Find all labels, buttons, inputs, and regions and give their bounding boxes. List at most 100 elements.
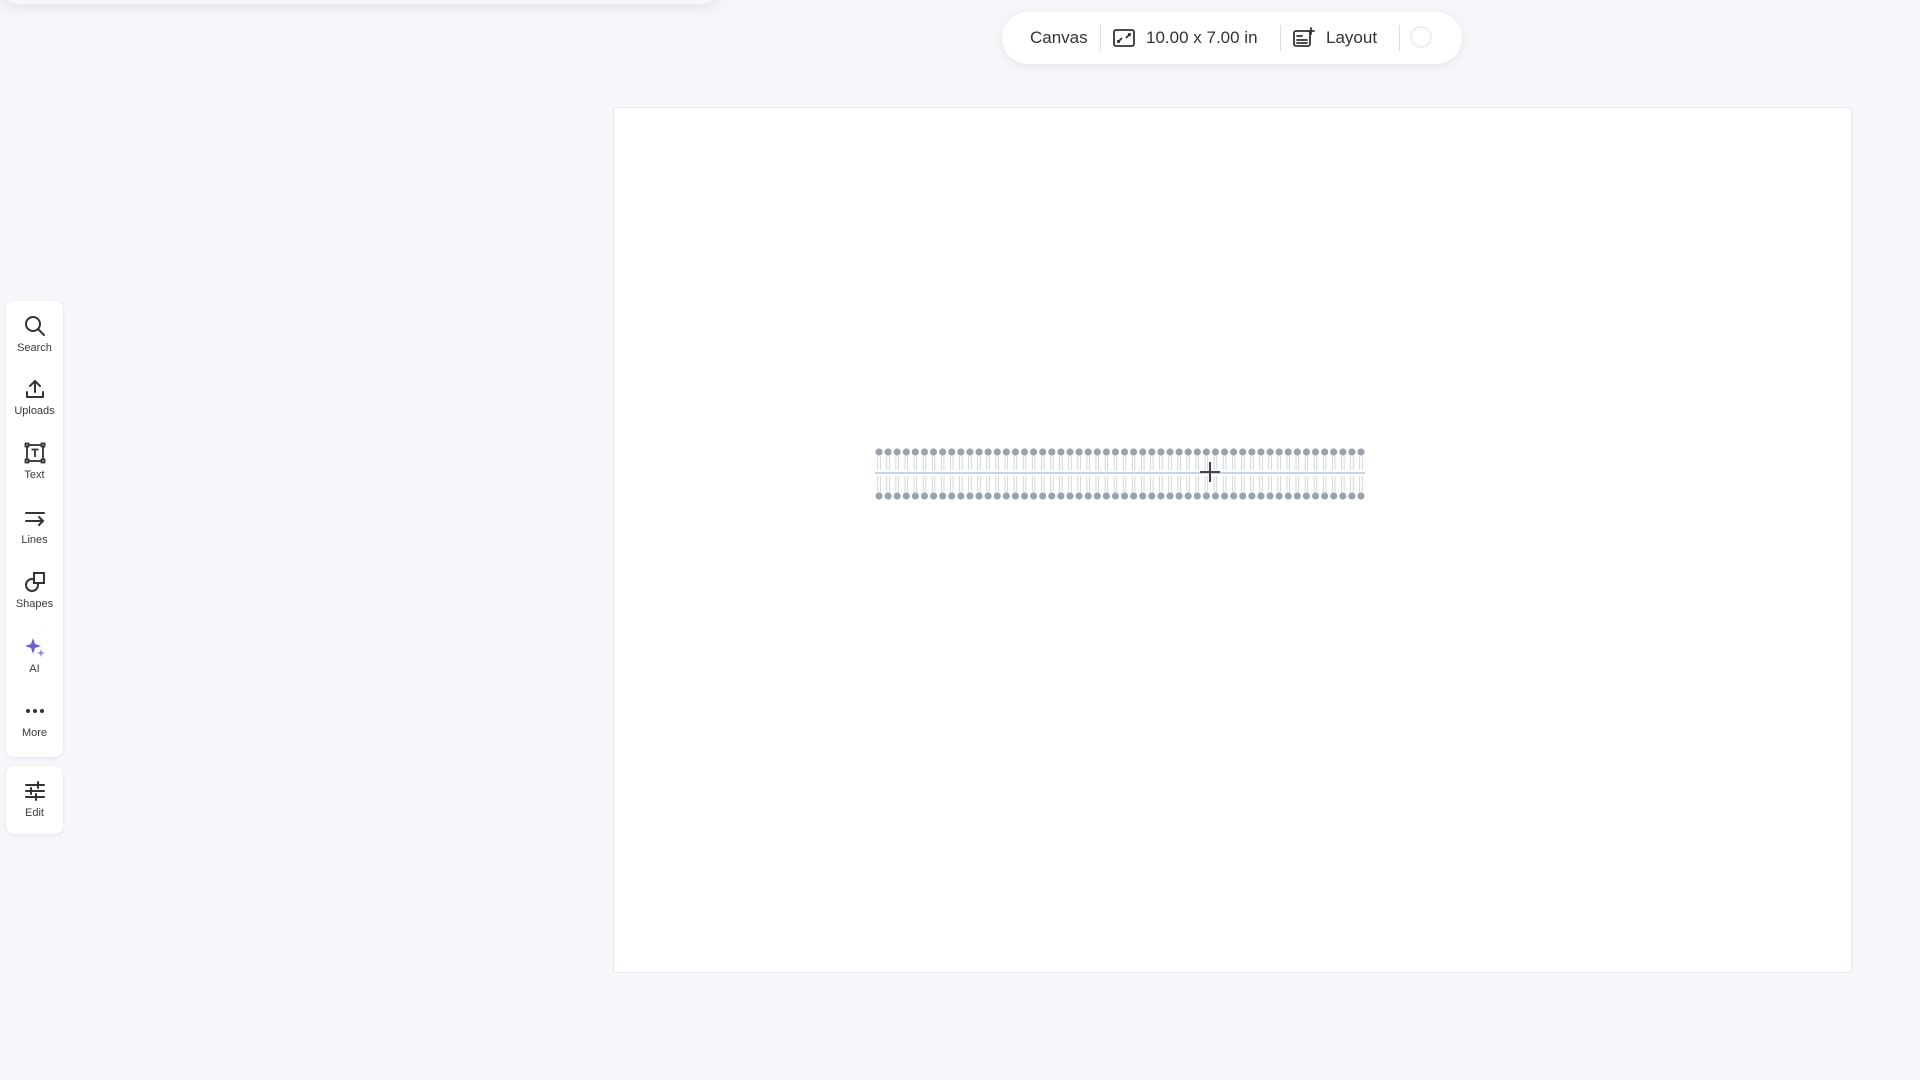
lipid-head	[893, 448, 901, 456]
lipid-head	[993, 492, 1001, 500]
lipid-head	[1293, 448, 1301, 456]
lipid-head	[1302, 492, 1311, 500]
lipid-head	[1093, 492, 1101, 500]
lipid-head	[1175, 448, 1183, 456]
lipid-head	[1184, 492, 1192, 500]
lipid-head	[1230, 448, 1238, 456]
canvas-label: Canvas	[1030, 28, 1088, 47]
lipid-head	[975, 448, 983, 456]
lipid-head	[1257, 448, 1265, 456]
lipid-head	[1339, 448, 1347, 456]
lipid-head	[1275, 448, 1283, 456]
lipid-head	[1166, 492, 1174, 500]
sidebar-item-edit[interactable]: Edit	[6, 766, 63, 830]
design-canvas[interactable]	[613, 107, 1852, 973]
lipid-head	[1111, 448, 1120, 456]
sidebar-item-uploads[interactable]: Uploads	[6, 364, 63, 428]
more-icon	[22, 698, 48, 724]
lipid-head	[1284, 492, 1292, 500]
lipid-head	[993, 448, 1001, 456]
lipid-head	[948, 492, 956, 500]
lipid-head	[1348, 492, 1356, 500]
lipid-head	[1020, 492, 1029, 500]
lipid-head	[1093, 448, 1101, 456]
lines-icon	[22, 505, 48, 531]
lipid-head	[939, 448, 947, 456]
sidebar-item-label: More	[21, 727, 48, 739]
lipid-head	[1157, 448, 1165, 456]
lipid-bilayer-element[interactable]	[875, 446, 1365, 502]
lipid-head	[902, 448, 910, 456]
edit-panel: Edit	[6, 766, 63, 834]
text-icon	[22, 440, 48, 466]
shapes-icon	[22, 569, 48, 595]
sidebar-item-label: Search	[17, 342, 52, 354]
lipid-head	[911, 492, 919, 500]
lipid-head	[884, 448, 892, 456]
lipid-head	[1048, 492, 1056, 500]
app-root: Search Uploads Text Lines Shapes AI More…	[0, 0, 1920, 1080]
lipid-head	[1257, 492, 1265, 500]
lipid-head	[1330, 492, 1338, 500]
lipid-head	[1157, 492, 1165, 500]
top-panel-shadow	[0, 0, 720, 4]
sidebar-item-search[interactable]: Search	[6, 301, 63, 365]
lipid-head	[984, 448, 992, 456]
lipid-head	[1357, 448, 1365, 456]
lipid-head	[1084, 448, 1092, 456]
canvas-button[interactable]: Canvas	[1030, 12, 1088, 64]
lipid-head	[1284, 448, 1292, 456]
sidebar-item-more[interactable]: More	[6, 686, 63, 750]
lipid-head	[1302, 448, 1311, 456]
lipid-head	[1020, 448, 1029, 456]
layout-label: Layout	[1326, 28, 1378, 47]
lipid-head	[929, 448, 938, 456]
sidebar-item-text[interactable]: Text	[6, 428, 63, 492]
lipid-head	[1275, 492, 1283, 500]
sidebar-item-label: Lines	[21, 534, 48, 546]
lipid-head	[1266, 492, 1274, 500]
lipid-head	[1321, 492, 1329, 500]
canvas-toolbar: Canvas 10.00 x 7.00 in Layout	[1002, 12, 1462, 64]
lipid-head	[1348, 448, 1356, 456]
lipid-head	[1075, 492, 1083, 500]
lipid-head	[1120, 448, 1129, 456]
layout-icon	[1293, 27, 1315, 47]
lipid-head	[1011, 448, 1020, 456]
lipid-head	[1048, 448, 1056, 456]
lipid-head	[893, 492, 901, 500]
lipid-head	[875, 448, 883, 456]
lipid-head	[1084, 492, 1092, 500]
lipid-head	[1102, 492, 1110, 500]
lipid-head	[920, 448, 929, 456]
sidebar-item-label: AI	[29, 663, 40, 675]
lipid-head	[1330, 448, 1338, 456]
lipid-head	[1202, 492, 1210, 500]
lipid-head	[1139, 492, 1147, 500]
lipid-head	[1148, 492, 1156, 500]
resize-icon	[1113, 29, 1135, 47]
lipid-head	[1030, 492, 1038, 500]
lipid-head	[1120, 492, 1129, 500]
lipid-head	[1166, 448, 1174, 456]
upload-icon	[22, 376, 48, 402]
toolbar-divider	[1399, 25, 1400, 51]
layout-button[interactable]: Layout	[1292, 12, 1377, 64]
sidebar-item-ai[interactable]: AI	[6, 622, 63, 686]
loading-spinner-icon	[1410, 26, 1432, 48]
lipid-head	[1239, 492, 1247, 500]
lipid-head	[1175, 492, 1183, 500]
lipid-head	[1266, 448, 1274, 456]
lipid-head	[1130, 492, 1138, 500]
sidebar-item-shapes[interactable]: Shapes	[6, 557, 63, 621]
sidebar-item-lines[interactable]: Lines	[6, 493, 63, 557]
crosshair-cursor-icon	[1200, 462, 1220, 482]
lipid-head	[1202, 448, 1210, 456]
lipid-head	[1220, 492, 1229, 500]
canvas-size-button[interactable]: 10.00 x 7.00 in	[1112, 12, 1258, 64]
lipid-head	[975, 492, 983, 500]
lipid-head	[948, 448, 956, 456]
toolbar-divider	[1100, 25, 1101, 51]
lipid-head	[1220, 448, 1229, 456]
sidebar-item-label: Shapes	[15, 598, 54, 610]
